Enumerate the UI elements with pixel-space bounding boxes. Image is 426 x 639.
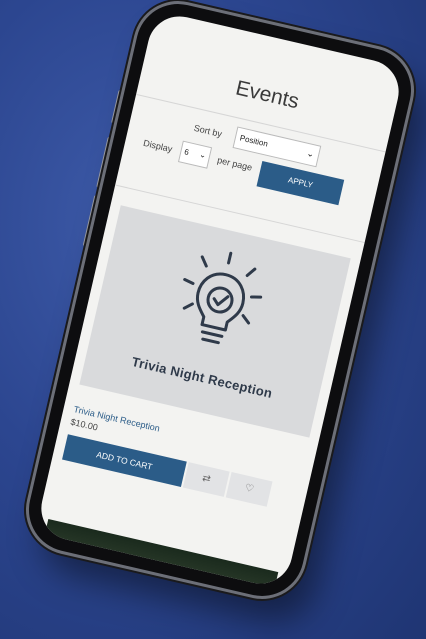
display-limit-select[interactable]: 6 ⌄ — [177, 140, 213, 169]
product-card: Trivia Night Reception Trivia Night Rece… — [62, 205, 351, 512]
chevron-down-icon: ⌄ — [305, 147, 316, 160]
compare-icon: ⇄ — [201, 472, 212, 486]
wishlist-button[interactable]: ♡ — [225, 472, 273, 507]
chevron-down-icon: ⌄ — [198, 149, 208, 161]
apply-button[interactable]: APPLY — [256, 160, 345, 206]
product-image[interactable] — [34, 518, 279, 590]
sort-by-value: Position — [238, 133, 269, 149]
phone-mockup: Events Sort by Position ⌄ Display 6 ⌄ pe… — [20, 0, 420, 605]
product-image[interactable]: Trivia Night Reception — [79, 205, 351, 438]
compare-button[interactable]: ⇄ — [182, 462, 230, 497]
phone-screen: Events Sort by Position ⌄ Display 6 ⌄ pe… — [34, 10, 406, 590]
sort-by-label: Sort by — [192, 122, 223, 140]
per-page-label: per page — [216, 154, 254, 173]
lightbulb-check-icon — [182, 251, 263, 345]
heart-icon: ♡ — [243, 482, 255, 496]
display-limit-value: 6 — [183, 147, 190, 158]
events-page: Events Sort by Position ⌄ Display 6 ⌄ pe… — [34, 10, 405, 590]
display-label: Display — [142, 137, 174, 155]
